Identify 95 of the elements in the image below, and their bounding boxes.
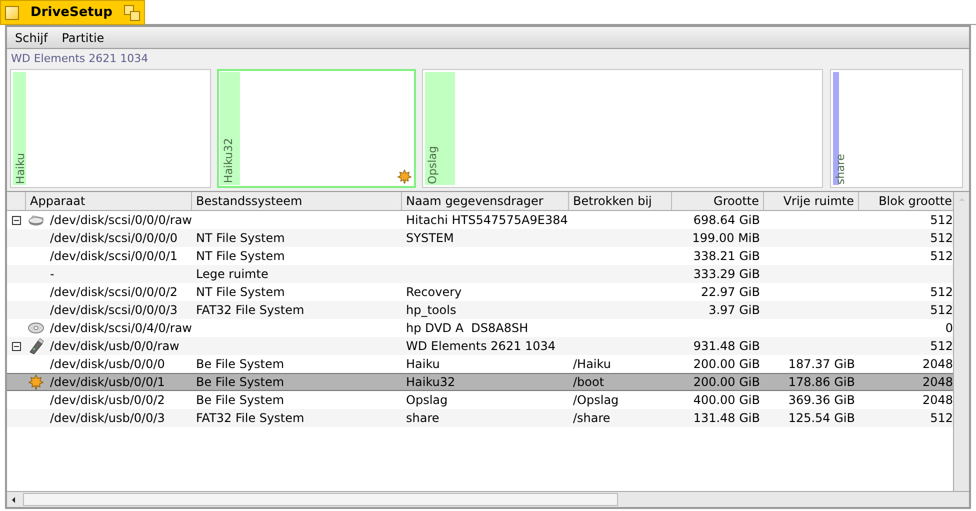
table-cell-text: /dev/disk/scsi/0/0/0/0	[50, 230, 178, 247]
table-cell-text: 3.97 GiB	[708, 302, 760, 319]
table-cell-text: /dev/disk/scsi/0/0/0/raw	[50, 212, 192, 229]
zoom-button[interactable]	[124, 4, 140, 20]
table-cell-text: share	[406, 410, 440, 427]
vertical-scrollbar[interactable]	[953, 192, 969, 491]
disc-icon	[28, 320, 44, 336]
table-cell-text: /dev/disk/scsi/0/4/0/raw	[50, 320, 192, 337]
menu-item[interactable]: Partitie	[56, 28, 110, 46]
table-cell-text: 199.00 MiB	[692, 230, 760, 247]
close-button[interactable]	[5, 6, 19, 20]
table-cell-text: 2048	[922, 392, 953, 409]
table-cell-text: Lege ruimte	[196, 266, 268, 283]
table-cell-text: 931.48 GiB	[693, 338, 760, 355]
table-cell-text: 369.36 GiB	[788, 392, 855, 409]
partition-label: Haiku32	[222, 138, 235, 183]
partition-block[interactable]: Opslag	[422, 69, 823, 188]
table-cell-text: Recovery	[406, 284, 462, 301]
table-cell-text: -	[50, 266, 54, 283]
table-cell-text: 512	[930, 410, 953, 427]
table-cell-text: 22.97 GiB	[700, 284, 760, 301]
table-cell-text: Haiku	[406, 356, 440, 373]
selected-row[interactable]: /dev/disk/usb/0/0/1 Be File System Haiku32 /boot 200.00 GiB 178.86 GiB 2048	[7, 373, 953, 391]
table-cell-text: /Haiku	[573, 356, 611, 373]
partition-label: share	[834, 154, 847, 184]
table-cell-text: /dev/disk/usb/0/0/0	[50, 356, 165, 373]
table-cell-text: hp_tools	[406, 302, 456, 319]
table-cell-text: 2048	[922, 356, 953, 373]
table-cell-text: 698.64 GiB	[693, 212, 760, 229]
collapse-icon[interactable]	[12, 216, 21, 224]
table-cell-text: 512	[930, 338, 953, 355]
table-cell-text: FAT32 File System	[196, 302, 304, 319]
column-header[interactable]: Grootte	[672, 192, 764, 210]
table-cell-text: FAT32 File System	[196, 410, 304, 427]
table-cell-text: 512	[930, 230, 953, 247]
column-header[interactable]: Apparaat	[26, 192, 192, 210]
disk-title: WD Elements 2621 1034	[10, 52, 150, 66]
table-cell-text: WD Elements 2621 1034	[406, 338, 556, 355]
table-cell-text: Be File System	[196, 374, 284, 391]
table-cell-text: 2048	[922, 374, 953, 391]
partition-block[interactable]: share	[830, 69, 963, 188]
table-cell-text: /dev/disk/usb/0/0/2	[50, 392, 165, 409]
leaf-icon	[28, 374, 44, 390]
table-cell-text: /dev/disk/usb/0/0/1	[50, 374, 165, 391]
table-cell-text: 131.48 GiB	[693, 410, 760, 427]
table-cell-text: Opslag	[406, 392, 448, 409]
table-cell-text: /dev/disk/usb/0/0/3	[50, 410, 165, 427]
table-row[interactable]: /dev/disk/usb/0/0/3 FAT32 File System share /share 131.48 GiB 125.54 GiB 512	[7, 409, 953, 427]
collapse-icon[interactable]	[12, 342, 21, 350]
table-cell-text: 512	[930, 248, 953, 265]
table-cell-text: 200.00 GiB	[693, 374, 760, 391]
table-cell-text: /share	[573, 410, 610, 427]
horizontal-scrollbar[interactable]	[7, 491, 969, 507]
partition-label: Opslag	[426, 146, 439, 184]
table-cell-text: 512	[930, 302, 953, 319]
table-cell-text: SYSTEM	[406, 230, 454, 247]
table-cell-text: 400.00 GiB	[693, 392, 760, 409]
table-row[interactable]: - Lege ruimte 333.29 GiB	[7, 265, 953, 283]
partition-block[interactable]: Haiku	[10, 69, 211, 188]
table-cell-text: 125.54 GiB	[788, 410, 855, 427]
table-cell-text: Haiku32	[406, 374, 456, 391]
table-cell-text: NT File System	[196, 284, 285, 301]
column-header[interactable]: Naam gegevensdrager	[402, 192, 569, 210]
table-cell-text: /dev/disk/scsi/0/0/0/1	[50, 248, 178, 265]
table-cell-text: 0	[945, 320, 953, 337]
table-cell-text: NT File System	[196, 230, 285, 247]
table-cell-text: 178.86 GiB	[788, 374, 855, 391]
table-cell-text: Be File System	[196, 356, 284, 373]
table-cell-text: 512	[930, 212, 953, 229]
table-cell-text: /dev/disk/scsi/0/0/0/2	[50, 284, 178, 301]
column-header[interactable]: Bestandssysteem	[192, 192, 402, 210]
table-cell-text: 187.37 GiB	[788, 356, 855, 373]
table-cell-text: /dev/disk/scsi/0/0/0/3	[50, 302, 178, 319]
partition-label: Haiku	[14, 152, 27, 184]
column-header[interactable]: Betrokken bij	[569, 192, 672, 210]
table-cell-text: 333.29 GiB	[693, 266, 760, 283]
table-cell-text: 200.00 GiB	[693, 356, 760, 373]
table-cell-text: /Opslag	[573, 392, 619, 409]
table-cell-text: 338.21 GiB	[693, 248, 760, 265]
table-cell-text: /dev/disk/usb/0/0/raw	[50, 338, 180, 355]
table-cell-text: 512	[930, 284, 953, 301]
table-cell-text: Hitachi HTS547575A9E384	[406, 212, 568, 229]
column-header[interactable]: Vrije ruimte	[764, 192, 859, 210]
table-cell-text: hp DVD A DS8A8SH	[406, 320, 528, 337]
table-row[interactable]: /dev/disk/usb/0/0/raw WD Elements 2621 1034 931.48 GiB 512	[7, 337, 953, 355]
partition-block[interactable]: Haiku32	[217, 69, 416, 188]
table-row[interactable]: /dev/disk/scsi/0/0/0/3 FAT32 File System hp_tools 3.97 GiB 512	[7, 301, 953, 319]
menu-item[interactable]: Schijf	[10, 28, 53, 46]
table-row[interactable]: /dev/disk/scsi/0/0/0/0 NT File System SYSTEM 199.00 MiB 512	[7, 229, 953, 247]
window-title: DriveSetup	[30, 4, 114, 22]
usb-stick-icon	[28, 338, 44, 354]
table-cell-text: Be File System	[196, 392, 284, 409]
table-cell-text: NT File System	[196, 248, 285, 265]
table-cell-text: /boot	[573, 374, 604, 391]
scroll-thumb[interactable]	[23, 493, 618, 506]
